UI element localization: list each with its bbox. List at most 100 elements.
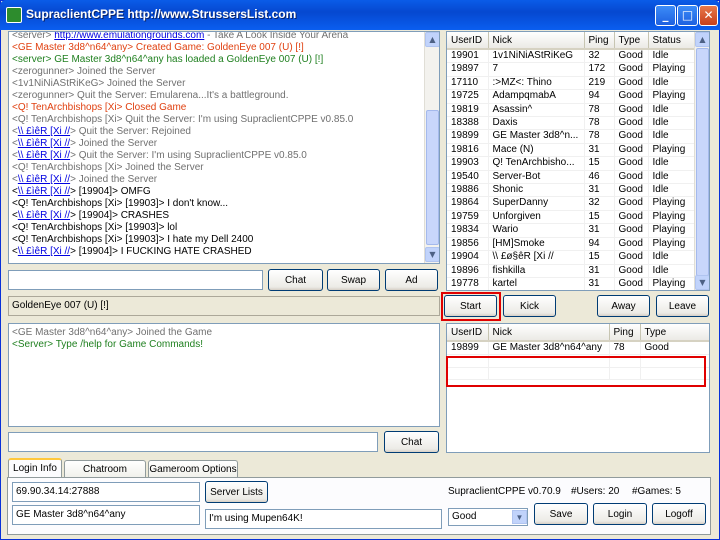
line-text: <server> GE Master 3d8^n64^any has loade… <box>12 54 324 65</box>
line-text: <zerogunner> Quit the Server: Emularena.… <box>12 90 289 101</box>
user-link[interactable]: \\ £ìêR [Xi // <box>18 210 70 221</box>
table-cell: Good <box>614 250 649 265</box>
table-cell: 19778 <box>447 277 489 290</box>
table-row[interactable]: 19725 AdampqmabA 94 Good Playing <box>447 89 696 104</box>
chat-input[interactable] <box>8 270 263 290</box>
user-link[interactable]: http://www.emulationgrounds.com <box>54 32 204 41</box>
server-address-input[interactable]: 69.90.34.14:27888 <box>12 482 200 502</box>
table-row[interactable]: 19540 Server-Bot 46 Good Idle <box>447 170 696 185</box>
ad-button[interactable]: Ad <box>385 269 438 291</box>
users-scroll-thumb[interactable] <box>696 48 709 276</box>
chat-log[interactable]: <server> http://www.emulationgrounds.com… <box>8 31 440 264</box>
connection-type-select[interactable]: Good ▼ <box>448 508 528 526</box>
chat-line: <\\ £ìêR [Xi //> [19904]> OMFG <box>12 186 422 198</box>
table-row[interactable]: 17110:>MZ<: Thino 219 Good Idle <box>447 76 696 91</box>
game-chat-log[interactable]: <GE Master 3d8^n64^any> Joined the Game <… <box>8 323 440 427</box>
line-text: <Q! TenArchbishops [Xi> Joined the Serve… <box>12 162 204 173</box>
table-cell: :>MZ<: Thino <box>488 76 585 91</box>
table-cell: SuperDanny <box>488 196 585 211</box>
column-header[interactable]: UserID <box>447 324 489 342</box>
table-row[interactable]: 19899 GE Master 3d8^n64^any 78 Good <box>447 341 709 356</box>
line-text: <Q! TenArchbishops [Xi> Closed Game <box>12 102 187 113</box>
table-cell: 19856 <box>447 237 489 252</box>
users-scroll-down-icon[interactable]: ▼ <box>695 275 709 290</box>
users-scrollbar[interactable]: ▲ ▼ <box>694 32 709 290</box>
table-row[interactable]: 19899 GE Master 3d8^n... 78 Good Idle <box>447 129 696 144</box>
swap-button[interactable]: Swap <box>327 269 380 291</box>
chat-button[interactable]: Chat <box>268 269 323 291</box>
start-button[interactable]: Start <box>444 295 497 317</box>
line-text: > [19904]> CRASHES <box>70 210 170 221</box>
save-button[interactable]: Save <box>534 503 588 525</box>
table-cell: Daxis <box>488 116 585 131</box>
kick-button[interactable]: Kick <box>503 295 556 317</box>
user-link[interactable]: \\ £ìêR [Xi // <box>18 138 70 149</box>
minimize-button[interactable]: _ <box>655 5 676 26</box>
login-button[interactable]: Login <box>593 503 647 525</box>
column-header[interactable]: UserID <box>447 32 489 50</box>
user-link[interactable]: \\ £ìêR [Xi // <box>18 246 70 257</box>
user-link[interactable]: \\ £ìêR [Xi // <box>18 186 70 197</box>
table-cell: 18388 <box>447 116 489 131</box>
table-cell: Good <box>614 62 649 77</box>
scroll-up-icon[interactable]: ▲ <box>425 32 439 47</box>
chat-line: <GE Master 3d8^n64^any> Created Game: Go… <box>12 42 422 54</box>
chat-scrollbar[interactable]: ▲ ▼ <box>424 32 439 263</box>
table-row[interactable]: 19834 Wario 31 Good Playing <box>447 223 696 238</box>
table-cell: Good <box>614 143 649 158</box>
table-cell: 78 <box>609 341 641 356</box>
game-chat-button[interactable]: Chat <box>384 431 439 453</box>
chat-line: <\\ £ìêR [Xi //> Joined the Server <box>12 138 422 150</box>
tab-gameroom-options[interactable]: Gameroom Options <box>148 460 238 478</box>
users-scroll-up-icon[interactable]: ▲ <box>695 32 709 47</box>
column-header[interactable]: Type <box>640 324 709 342</box>
table-cell: 172 <box>584 62 615 77</box>
table-row[interactable]: 19897 7 172 Good Playing <box>447 62 696 77</box>
version-label: SupraclientCPPE v0.70.9 <box>448 486 561 497</box>
table-cell: 31 <box>584 277 615 290</box>
away-button[interactable]: Away <box>597 295 650 317</box>
game-chat-input[interactable] <box>8 432 378 452</box>
server-lists-button[interactable]: Server Lists <box>205 481 268 503</box>
line-text: <1v1NiNiAStRiKeG> Joined the Server <box>12 78 186 89</box>
column-header[interactable]: Type <box>614 32 649 50</box>
close-button[interactable]: ✕ <box>699 5 718 26</box>
maximize-button[interactable]: □ <box>677 5 698 26</box>
column-header[interactable]: Nick <box>488 324 610 342</box>
user-link[interactable]: \\ £ìêR [Xi // <box>18 126 70 137</box>
table-row[interactable]: 19903 Q! TenArchbisho... 15 Good Idle <box>447 156 696 171</box>
column-header[interactable]: Ping <box>584 32 615 50</box>
user-link[interactable]: \\ £ìêR [Xi // <box>18 174 70 185</box>
table-row[interactable]: 19886 Shonic 31 Good Idle <box>447 183 696 198</box>
logoff-button[interactable]: Logoff <box>652 503 706 525</box>
table-row[interactable]: 19816 Mace (N) 31 Good Playing <box>447 143 696 158</box>
quit-message-input[interactable]: I'm using Mupen64K! <box>205 509 442 529</box>
table-row[interactable]: 19896 fishkilla 31 Good Idle <box>447 264 696 278</box>
user-link[interactable]: \\ £ìêR [Xi // <box>18 150 70 161</box>
players-list[interactable]: UserID Nick Ping Type 19899 GE Master 3d8^n6… <box>446 323 710 453</box>
chat-lines: <server> http://www.emulationgrounds.com… <box>12 32 422 258</box>
table-row[interactable]: 19901 1v1NiNiAStRiKeG 32 Good Idle <box>447 49 696 64</box>
table-row[interactable]: 19856 [HM]Smoke 94 Good Playing <box>447 237 696 252</box>
chevron-down-icon[interactable]: ▼ <box>512 510 527 524</box>
table-row[interactable]: 19819 Asassin^ 78 Good Idle <box>447 103 696 118</box>
table-row[interactable]: 19778 kartel 31 Good Playing <box>447 277 696 290</box>
nick-input[interactable]: GE Master 3d8^n64^any <box>12 505 200 525</box>
leave-button[interactable]: Leave <box>656 295 709 317</box>
scroll-down-icon[interactable]: ▼ <box>425 247 439 262</box>
table-cell: 32 <box>584 196 615 211</box>
table-row[interactable]: 19759 Unforgiven 15 Good Playing <box>447 210 696 225</box>
line-text: > Joined the Server <box>70 138 158 149</box>
column-header[interactable]: Nick <box>488 32 585 50</box>
table-row[interactable]: 18388 Daxis 78 Good Idle <box>447 116 696 131</box>
column-header[interactable]: Ping <box>609 324 641 342</box>
chat-line: <Q! TenArchbishops [Xi> Joined the Serve… <box>12 162 422 174</box>
table-row[interactable]: 19904 \\ £ø§êR [Xi //15 Good Idle <box>447 250 696 265</box>
users-list[interactable]: UserID Nick Ping Type Status 19901 1v1NiNiASt… <box>446 31 710 291</box>
title-bar[interactable]: SupraclientCPPE http://www.StrussersList… <box>0 0 720 30</box>
column-header[interactable]: Status <box>648 32 696 50</box>
tab-chatroom-options[interactable]: Chatroom Options <box>64 460 146 492</box>
table-row[interactable]: 19864 SuperDanny 32 Good Playing <box>447 196 696 211</box>
tab-login-info[interactable]: Login Info <box>8 458 62 478</box>
scroll-thumb[interactable] <box>426 110 439 245</box>
